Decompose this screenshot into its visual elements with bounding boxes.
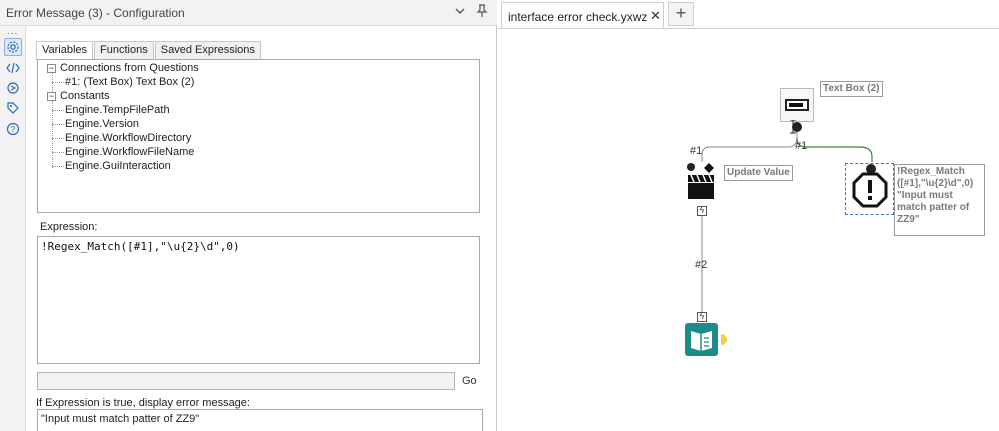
connection-label-2: #2 xyxy=(695,259,708,271)
tab-functions[interactable]: Functions xyxy=(94,41,154,59)
textbox-tool[interactable] xyxy=(780,88,814,122)
tree-group-constants[interactable]: Constants xyxy=(60,89,110,103)
textbox-icon xyxy=(785,99,809,111)
tree-item-workflowfilename[interactable]: Engine.WorkflowFileName xyxy=(65,145,194,159)
tree-item-workflowdirectory[interactable]: Engine.WorkflowDirectory xyxy=(65,131,191,145)
tabbar-divider xyxy=(498,28,999,29)
browse-output-indicator xyxy=(721,334,727,345)
chevron-down-icon[interactable] xyxy=(451,4,469,22)
go-button[interactable]: Go xyxy=(462,375,477,387)
gear-icon[interactable] xyxy=(4,38,22,56)
expression-editor[interactable]: !Regex_Match([#1],"\u{2}\d",0) xyxy=(37,236,480,364)
expression-test-field[interactable] xyxy=(37,372,455,390)
textbox-anchor[interactable] xyxy=(792,122,802,132)
rail-dots: ... xyxy=(7,26,19,37)
exclamation-octagon-icon xyxy=(852,172,888,208)
clapperboard-icon xyxy=(687,163,714,199)
configuration-panel: Error Message (3) - Configuration ... ? … xyxy=(0,0,497,431)
refresh-icon[interactable] xyxy=(4,79,22,97)
tab-saved-expressions[interactable]: Saved Expressions xyxy=(154,41,261,59)
error-message-label-box: !Regex_Match ([#1],"\u{2}\d",0) "Input m… xyxy=(894,164,985,236)
output-lightning-anchor-icon[interactable]: ϟ xyxy=(697,312,707,322)
tab-variables[interactable]: Variables xyxy=(36,41,94,60)
tree-item-tempfilepath[interactable]: Engine.TempFilePath xyxy=(65,103,170,117)
side-rail: ... ? xyxy=(0,26,26,431)
error-message-field[interactable]: "Input must match patter of ZZ9" xyxy=(37,409,483,431)
workflow-canvas[interactable]: interface error check.yxwz ✕ + Text Box … xyxy=(498,0,999,431)
lightning-anchor-icon[interactable]: ϟ xyxy=(697,206,707,216)
help-icon[interactable]: ? xyxy=(4,120,22,138)
tab-strip: Variables Functions Saved Expressions xyxy=(36,41,262,60)
panel-title: Error Message (3) - Configuration xyxy=(6,6,185,20)
error-message-label: If Expression is true, display error mes… xyxy=(36,397,250,409)
variables-tree: − Connections from Questions #1: (Text B… xyxy=(37,59,480,213)
svg-text:?: ? xyxy=(11,125,16,134)
document-tab[interactable]: interface error check.yxwz ✕ xyxy=(501,2,664,28)
code-icon[interactable] xyxy=(4,59,22,77)
connection-label-1b: #1 xyxy=(795,140,808,152)
tree-item-guiinteraction[interactable]: Engine.GuiInteraction xyxy=(65,159,171,173)
update-value-label: Update Value xyxy=(724,165,793,181)
collapse-constants-icon[interactable]: − xyxy=(47,92,56,101)
add-tab-button[interactable]: + xyxy=(668,2,694,26)
interface-output-tool[interactable] xyxy=(685,323,718,356)
document-tab-label: interface error check.yxwz xyxy=(508,10,648,24)
collapse-connections-icon[interactable]: − xyxy=(47,64,56,73)
tree-item-textbox[interactable]: #1: (Text Box) Text Box (2) xyxy=(65,75,194,89)
textbox-label: Text Box (2) xyxy=(820,81,883,97)
connection-label-1a: #1 xyxy=(690,145,703,157)
close-icon[interactable]: ✕ xyxy=(650,8,661,24)
book-icon xyxy=(691,331,712,351)
panel-header: Error Message (3) - Configuration xyxy=(0,0,497,26)
document-tabbar: interface error check.yxwz ✕ + xyxy=(498,0,999,30)
pin-icon[interactable] xyxy=(473,4,491,22)
error-message-tool[interactable] xyxy=(845,163,894,215)
tree-item-version[interactable]: Engine.Version xyxy=(65,117,139,131)
tag-icon[interactable] xyxy=(4,99,22,117)
update-value-tool[interactable] xyxy=(685,162,719,202)
tree-group-connections[interactable]: Connections from Questions xyxy=(60,61,199,75)
expression-label: Expression: xyxy=(40,221,98,233)
